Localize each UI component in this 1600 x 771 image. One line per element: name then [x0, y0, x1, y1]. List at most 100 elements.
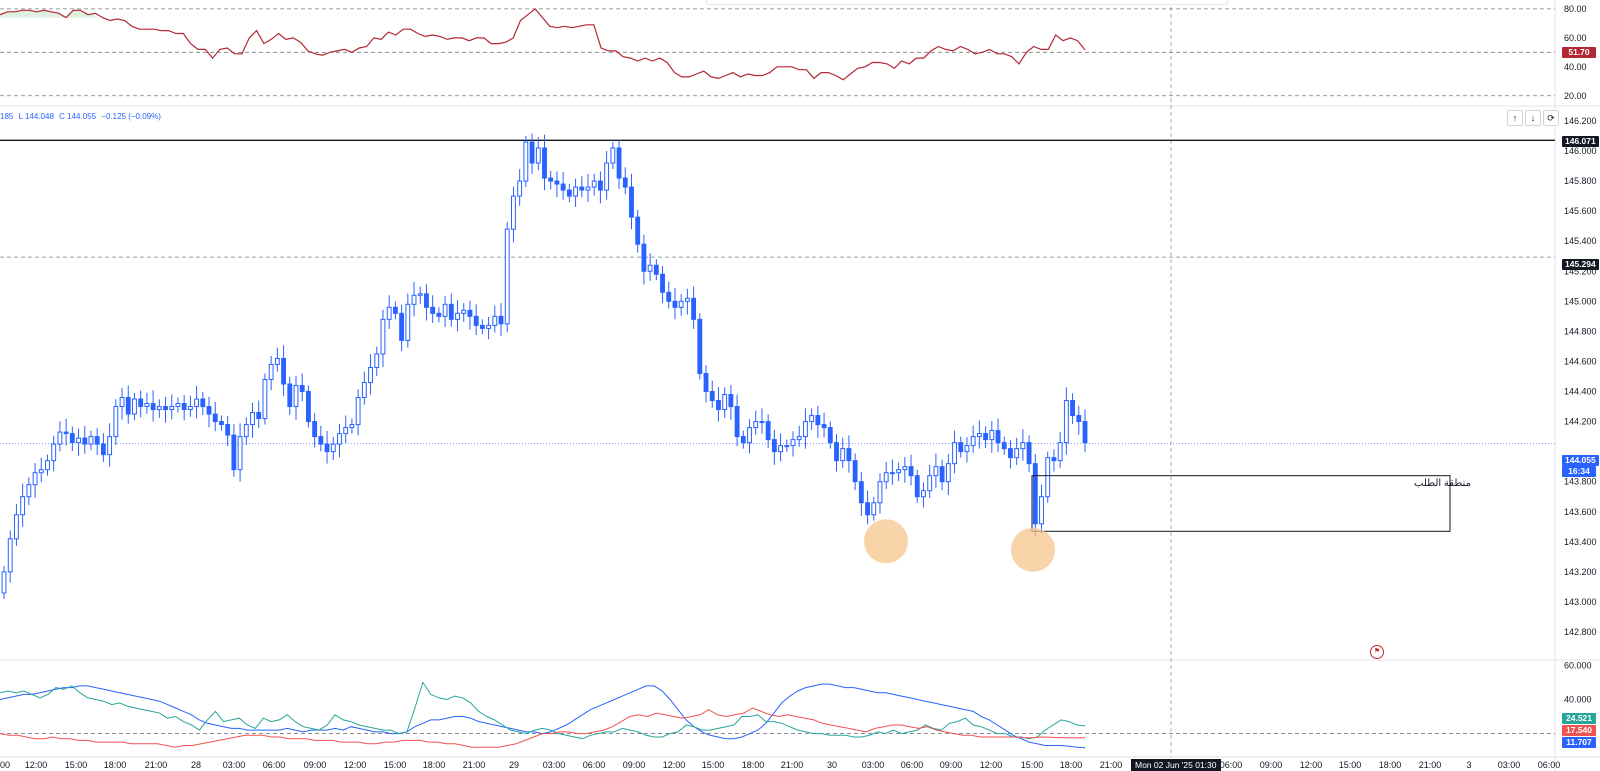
candle-body [554, 180, 560, 185]
candle-body [51, 443, 57, 462]
time-tick-label: 09:00 [623, 760, 646, 770]
candle-body [113, 406, 119, 438]
candle-body [225, 424, 231, 436]
reset-button[interactable]: ⟳ [1543, 110, 1559, 126]
candle-body [883, 472, 889, 483]
candle-body [1076, 415, 1082, 423]
candle-body [187, 406, 193, 411]
price-tick-label: 145.600 [1564, 206, 1597, 216]
candle-body [448, 303, 454, 320]
candle-body [821, 424, 827, 429]
price-tick-label: 144.800 [1564, 326, 1597, 336]
candle-body [7, 538, 13, 573]
candle-body [169, 406, 175, 411]
candle-body [479, 324, 485, 329]
grid [0, 0, 1600, 771]
candle-body [566, 189, 572, 197]
candle-body [243, 424, 249, 438]
candle-body [579, 186, 585, 191]
rsi-pane [0, 8, 1555, 97]
candle-body [877, 481, 883, 504]
time-tick-label: 30 [827, 760, 837, 770]
candle-body [1045, 457, 1051, 498]
candle-body [771, 439, 777, 453]
candle-body [511, 195, 516, 230]
candle-body [212, 413, 218, 423]
candle-body [1039, 496, 1044, 525]
candle-body [32, 472, 38, 486]
candle-body [740, 436, 746, 444]
candle-body [747, 427, 752, 444]
candle-body [834, 442, 839, 462]
candle-body [461, 309, 467, 314]
axes: 80.00 60.00 40.00 20.00 146.200 146.000 145.80… [0, 4, 1597, 770]
candle-body [386, 306, 392, 320]
candle-body [933, 466, 939, 477]
candle-body [734, 406, 740, 438]
candle-body [430, 306, 436, 314]
us-flag-icon[interactable]: ⚑ [1370, 645, 1384, 659]
rsi-tick-label: 80.00 [1564, 4, 1587, 14]
candle-body [902, 466, 908, 471]
candle-body [989, 430, 995, 441]
time-tick-label: 12:00 [344, 760, 367, 770]
candle-body [163, 406, 168, 411]
time-tick-label: 03:00 [862, 760, 885, 770]
cursor-time-label: Mon 02 Jun '25 01:30 [1131, 759, 1221, 771]
candle-body [995, 430, 1001, 444]
candle-body [231, 434, 237, 471]
candle-body [200, 398, 206, 408]
dmi-tick-label: 40.000 [1564, 694, 1592, 704]
candle-body [660, 273, 665, 293]
candle-body [424, 293, 429, 308]
candle-body [921, 490, 926, 498]
candle-body [958, 442, 964, 453]
candle-body [983, 433, 989, 441]
candle-body [132, 398, 137, 415]
candle-body [970, 436, 976, 447]
time-tick-label: 09:00 [304, 760, 327, 770]
highlight-low-2 [1011, 527, 1055, 572]
time-tick-label: 18:00 [1060, 760, 1083, 770]
candle-body [1020, 442, 1026, 450]
scroll-down-button[interactable]: ↓ [1525, 110, 1541, 126]
candle-body [529, 141, 535, 164]
candle-body [858, 481, 864, 504]
candle-body [809, 415, 815, 423]
candle-body [666, 291, 672, 302]
candle-body [914, 475, 920, 498]
candle-body [355, 397, 361, 426]
candle-body [219, 421, 224, 426]
candle-body [82, 437, 88, 445]
price-tick-label: 143.000 [1564, 597, 1597, 607]
time-tick-label: 15:00 [1021, 760, 1044, 770]
candle-body [852, 460, 858, 483]
candle-body [517, 180, 523, 197]
candle-body [759, 421, 765, 424]
candle-body [411, 294, 417, 305]
adx-badge: 11.707 [1562, 737, 1596, 748]
trading-chart[interactable]: 80.00 60.00 40.00 20.00 146.200 146.000 145.80… [0, 0, 1600, 771]
candle-body [281, 357, 286, 385]
time-tick-label: 29 [509, 760, 519, 770]
price-tick-label: 144.600 [1564, 356, 1597, 366]
candle-body [1063, 400, 1069, 444]
scroll-up-button[interactable]: ↑ [1507, 110, 1523, 126]
candle-body [684, 297, 690, 302]
candle-body [610, 147, 616, 164]
candle-body [647, 264, 653, 272]
candle-body [604, 162, 610, 191]
candle-body [846, 448, 852, 462]
time-tick-label: 15:00 [1339, 760, 1362, 770]
level-badge: 145.294 [1562, 259, 1599, 270]
time-tick-label: 12:00 [980, 760, 1003, 770]
candle-body [635, 216, 641, 245]
time-tick-label: 18:00 [104, 760, 127, 770]
price-pane[interactable] [0, 133, 1555, 599]
time-tick-label: 09:00 [940, 760, 963, 770]
candle-body [703, 372, 709, 392]
price-tick-label: 143.400 [1564, 537, 1597, 547]
candle-body [498, 315, 504, 325]
candle-body [287, 383, 293, 408]
candle-body [803, 421, 808, 438]
